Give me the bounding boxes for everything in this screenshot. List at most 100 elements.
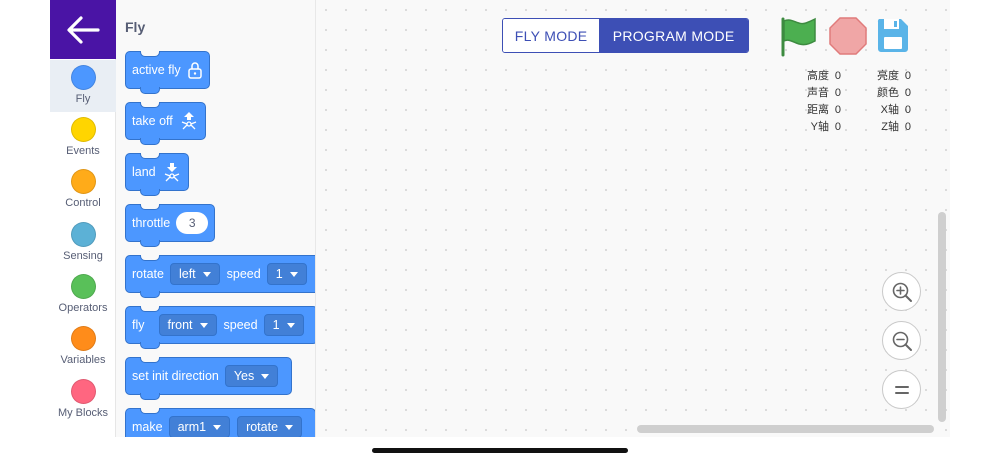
zoom-out-button[interactable] — [882, 321, 921, 360]
dropdown-value: left — [178, 267, 196, 281]
sensor-value: 0 — [834, 121, 841, 133]
block-label: active fly — [132, 63, 181, 77]
throttle-value-input[interactable]: 3 — [176, 212, 209, 234]
sensing-category-icon — [70, 222, 96, 247]
sensor-value: 0 — [834, 87, 841, 99]
my-blocks-category-icon — [70, 379, 96, 404]
mode-toggle: FLY MODE PROGRAM MODE — [502, 18, 749, 53]
sensor-value: 0 — [834, 70, 841, 82]
dropdown-value: Yes — [233, 369, 255, 383]
category-label: Fly — [75, 93, 91, 105]
sensor-value: 0 — [904, 104, 911, 116]
caret-down-icon — [289, 271, 298, 277]
caret-down-icon — [286, 322, 295, 328]
caret-down-icon — [285, 424, 294, 430]
category-my-blocks[interactable]: My Blocks — [50, 374, 116, 426]
block-rotate[interactable]: rotate left speed 1 — [125, 255, 315, 298]
speed-label: speed — [223, 318, 258, 332]
dropdown-value: 1 — [272, 318, 280, 332]
zoom-in-icon — [892, 282, 912, 302]
block-land[interactable]: land — [125, 153, 189, 196]
block-flyout: Fly active fly take off land throttle 3 … — [116, 0, 316, 437]
program-mode-button[interactable]: PROGRAM MODE — [599, 19, 748, 52]
sensor-label: Z轴 — [881, 121, 899, 133]
land-icon — [164, 163, 179, 182]
block-take-off[interactable]: take off — [125, 102, 206, 145]
sensor-label: Y轴 — [810, 121, 829, 133]
sensor-row: 亮度 0 — [870, 68, 911, 85]
arm-dropdown[interactable]: arm1 — [168, 416, 231, 437]
init-direction-dropdown[interactable]: Yes — [224, 365, 279, 387]
dropdown-value: rotate — [246, 420, 279, 434]
rotate-speed-dropdown[interactable]: 1 — [266, 263, 307, 285]
sensor-label: 距离 — [807, 104, 829, 116]
flyout-title: Fly — [125, 19, 146, 35]
block-throttle[interactable]: throttle 3 — [125, 204, 216, 247]
arm-action-dropdown[interactable]: rotate — [237, 416, 303, 437]
sensor-value: 0 — [904, 70, 911, 82]
back-button[interactable] — [50, 0, 116, 59]
sensor-row: X轴 0 — [870, 102, 911, 119]
lock-icon — [187, 62, 202, 79]
block-label: take off — [132, 114, 173, 128]
caret-down-icon — [213, 424, 222, 430]
fly-mode-button[interactable]: FLY MODE — [503, 19, 600, 52]
block-label: rotate — [132, 267, 164, 281]
dropdown-value: 1 — [275, 267, 283, 281]
category-label: Events — [66, 145, 100, 157]
horizontal-scrollbar[interactable] — [637, 425, 934, 433]
control-category-icon — [70, 169, 96, 194]
vertical-scrollbar[interactable] — [938, 212, 946, 422]
category-label: Sensing — [63, 250, 103, 262]
category-sensing[interactable]: Sensing — [50, 217, 116, 269]
category-events[interactable]: Events — [50, 112, 116, 164]
sensor-row: 距离 0 — [800, 102, 841, 119]
block-fly[interactable]: fly front speed 1 — [125, 306, 315, 349]
caret-down-icon — [199, 322, 208, 328]
fly-category-icon — [70, 65, 96, 90]
sensor-row: Y轴 0 — [800, 119, 841, 136]
sensor-value: 0 — [904, 87, 911, 99]
block-active-fly[interactable]: active fly — [125, 51, 210, 94]
speed-label: speed — [226, 267, 261, 281]
category-operators[interactable]: Operators — [50, 269, 116, 321]
block-label: throttle — [132, 216, 171, 230]
category-variables[interactable]: Variables — [50, 321, 116, 373]
sensor-value: 0 — [834, 104, 841, 116]
sensor-readout-right: 亮度 0 颜色 0 X轴 0 Z轴 0 — [870, 68, 911, 136]
rotate-direction-dropdown[interactable]: left — [169, 263, 220, 285]
dropdown-value: front — [167, 318, 193, 332]
fly-speed-dropdown[interactable]: 1 — [263, 314, 304, 336]
caret-down-icon — [202, 271, 211, 277]
green-flag-button[interactable] — [780, 17, 818, 62]
sensor-label: 亮度 — [877, 70, 899, 82]
back-arrow-icon — [67, 15, 100, 44]
sensor-row: 高度 0 — [800, 68, 841, 85]
block-make[interactable]: make arm1 rotate — [125, 408, 315, 437]
green-flag-icon — [781, 17, 816, 57]
zoom-out-icon — [892, 331, 912, 351]
zoom-in-button[interactable] — [882, 272, 921, 311]
block-set-init-direction[interactable]: set init direction Yes — [125, 357, 293, 400]
take-off-icon — [181, 112, 197, 130]
reset-zoom-button[interactable] — [882, 370, 921, 409]
stop-button[interactable] — [829, 17, 867, 60]
category-fly[interactable]: Fly — [50, 60, 116, 112]
fly-direction-dropdown[interactable]: front — [158, 314, 217, 336]
block-label: set init direction — [132, 369, 219, 383]
sensor-readout-left: 高度 0 声音 0 距离 0 Y轴 0 — [800, 68, 841, 136]
dropdown-value: arm1 — [177, 420, 207, 434]
home-indicator[interactable] — [372, 448, 628, 453]
stop-icon — [829, 17, 867, 55]
category-label: Operators — [58, 302, 108, 314]
sensor-row: 声音 0 — [800, 85, 841, 102]
operators-category-icon — [70, 274, 96, 299]
category-control[interactable]: Control — [50, 164, 116, 216]
sensor-row: Z轴 0 — [870, 119, 911, 136]
code-workspace[interactable] — [316, 0, 950, 437]
block-label: fly — [132, 318, 145, 332]
block-label: land — [132, 165, 156, 179]
save-button[interactable] — [876, 17, 910, 58]
sensor-label: 高度 — [807, 70, 829, 82]
category-label: Control — [65, 197, 101, 209]
